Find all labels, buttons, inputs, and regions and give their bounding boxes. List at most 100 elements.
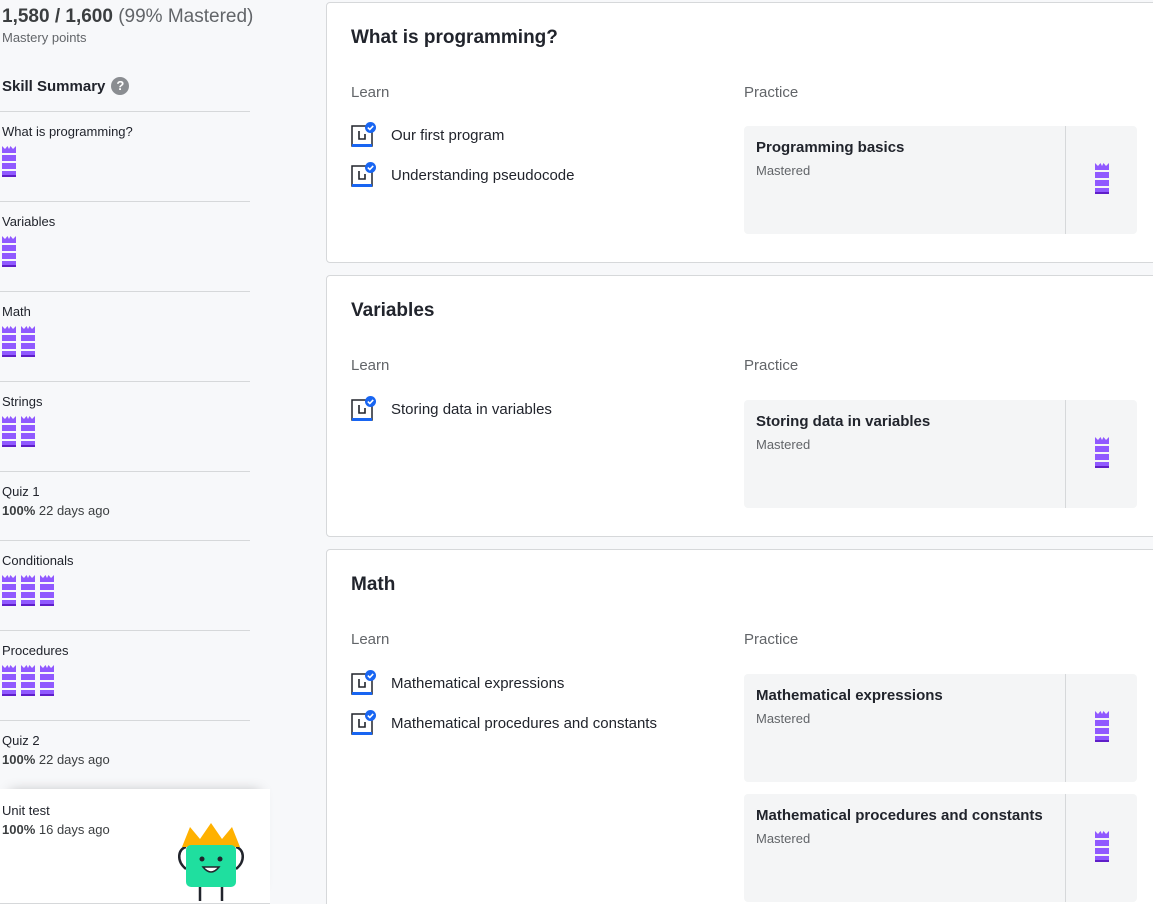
sidebar-item-label: Strings bbox=[2, 394, 43, 409]
quiz-score-percent: 100% bbox=[2, 503, 36, 518]
mastered-tower-icon bbox=[21, 575, 35, 606]
mastered-tower-icon bbox=[2, 236, 16, 267]
learn-item[interactable]: Our first program bbox=[351, 122, 504, 148]
article-icon bbox=[351, 710, 377, 736]
practice-heading: Practice bbox=[744, 631, 799, 648]
sidebar-item-label: Procedures bbox=[2, 643, 69, 658]
mastered-tower-icon bbox=[2, 326, 16, 357]
mastered-tower-icon bbox=[40, 665, 54, 696]
practice-title: Mathematical procedures and constants bbox=[756, 807, 1043, 824]
sidebar-item-unit-test[interactable]: Unit test 100% 16 days ago bbox=[0, 789, 270, 904]
divider bbox=[1065, 400, 1066, 508]
mastery-points-value: 1,580 / 1,600 bbox=[2, 6, 113, 27]
skill-summary-title: Skill Summary bbox=[2, 77, 106, 95]
quiz-score-percent: 100% bbox=[2, 752, 36, 767]
quiz-score: 100% 22 days ago bbox=[2, 752, 248, 767]
article-icon bbox=[351, 670, 377, 696]
learn-item-label: Storing data in variables bbox=[391, 400, 552, 418]
unit-card-what-is-programming: What is programming? Learn Practice Our … bbox=[326, 2, 1153, 263]
mastered-tower-icon bbox=[21, 665, 35, 696]
learn-item[interactable]: Understanding pseudocode bbox=[351, 162, 574, 188]
practice-title: Programming basics bbox=[756, 139, 905, 156]
learn-item-label: Our first program bbox=[391, 126, 505, 144]
sidebar-item-label: Quiz 1 bbox=[2, 484, 40, 499]
practice-exercise[interactable]: Storing data in variables Mastered bbox=[744, 400, 1137, 508]
sidebar-item-what-is-programming[interactable]: What is programming? bbox=[0, 111, 250, 177]
help-circle-icon[interactable]: ? bbox=[111, 77, 130, 95]
mastered-tower-icon bbox=[1095, 437, 1109, 473]
mastery-percent: (99% Mastered) bbox=[118, 6, 254, 27]
sidebar-item-variables[interactable]: Variables bbox=[0, 201, 250, 267]
mastered-tower-icon bbox=[2, 575, 16, 606]
unit-test-score-percent: 100% bbox=[2, 822, 36, 837]
sidebar-item-label: Variables bbox=[2, 214, 56, 229]
divider bbox=[1065, 674, 1066, 782]
practice-exercise[interactable]: Programming basics Mastered bbox=[744, 126, 1137, 234]
practice-heading: Practice bbox=[744, 84, 799, 101]
article-icon bbox=[351, 396, 377, 422]
sidebar-item-procedures[interactable]: Procedures bbox=[0, 630, 250, 696]
learn-item-label: Mathematical expressions bbox=[391, 674, 565, 692]
sidebar-item-label: Math bbox=[2, 304, 31, 319]
practice-status: Mastered bbox=[756, 831, 811, 846]
mastered-tower-icon bbox=[40, 575, 54, 606]
sidebar-item-label: Quiz 2 bbox=[2, 733, 40, 748]
mastered-tower-icon bbox=[1095, 711, 1109, 747]
practice-status: Mastered bbox=[756, 437, 811, 452]
skill-summary-heading: Skill Summary ? bbox=[2, 77, 130, 95]
learn-item[interactable]: Mathematical procedures and constants bbox=[351, 710, 657, 736]
learn-item[interactable]: Storing data in variables bbox=[351, 396, 552, 422]
card-title: What is programming? bbox=[351, 27, 558, 48]
mastered-tower-icon bbox=[21, 416, 35, 447]
sidebar-item-label: Unit test bbox=[2, 803, 50, 818]
sidebar-item-math[interactable]: Math bbox=[0, 291, 250, 357]
mastery-points-label: Mastery points bbox=[2, 30, 87, 45]
mastery-towers bbox=[2, 236, 248, 267]
learn-item-label: Mathematical procedures and constants bbox=[391, 714, 657, 732]
sidebar-item-conditionals[interactable]: Conditionals bbox=[0, 540, 250, 606]
learn-heading: Learn bbox=[351, 84, 390, 101]
sidebar-item-label: What is programming? bbox=[2, 124, 133, 139]
practice-heading: Practice bbox=[744, 357, 799, 374]
practice-status: Mastered bbox=[756, 163, 811, 178]
learn-heading: Learn bbox=[351, 631, 390, 648]
unit-card-variables: Variables Learn Practice Storing data in… bbox=[326, 275, 1153, 537]
mastery-towers bbox=[2, 416, 248, 447]
mastery-towers bbox=[2, 326, 248, 357]
card-title: Variables bbox=[351, 300, 435, 321]
sidebar-item-label: Conditionals bbox=[2, 553, 74, 568]
learn-item-label: Understanding pseudocode bbox=[391, 166, 575, 184]
mastery-towers bbox=[2, 575, 248, 606]
skill-summary-sidebar: 1,580 / 1,600 (99% Mastered) Mastery poi… bbox=[0, 0, 270, 904]
card-title: Math bbox=[351, 574, 396, 595]
quiz-score-date: 22 days ago bbox=[38, 503, 110, 518]
unit-test-score-date: 16 days ago bbox=[38, 822, 110, 837]
learn-heading: Learn bbox=[351, 357, 390, 374]
mastered-tower-icon bbox=[1095, 163, 1109, 199]
practice-title: Mathematical expressions bbox=[756, 687, 943, 704]
practice-title: Storing data in variables bbox=[756, 413, 931, 430]
mastered-tower-icon bbox=[21, 326, 35, 357]
sidebar-item-strings[interactable]: Strings bbox=[0, 381, 250, 447]
quiz-score: 100% 22 days ago bbox=[2, 503, 248, 518]
mastery-points: 1,580 / 1,600 (99% Mastered) bbox=[2, 6, 253, 28]
mastery-towers bbox=[2, 146, 248, 177]
mastered-tower-icon bbox=[1095, 831, 1109, 867]
sidebar-item-quiz-1[interactable]: Quiz 1 100% 22 days ago bbox=[0, 471, 250, 518]
article-icon bbox=[351, 122, 377, 148]
sidebar-item-quiz-2[interactable]: Quiz 2 100% 22 days ago bbox=[0, 720, 250, 767]
learn-item[interactable]: Mathematical expressions bbox=[351, 670, 564, 696]
divider bbox=[1065, 794, 1066, 902]
quiz-score-date: 22 days ago bbox=[38, 752, 110, 767]
practice-status: Mastered bbox=[756, 711, 811, 726]
mastered-tower-icon bbox=[2, 665, 16, 696]
mascot-icon bbox=[174, 821, 248, 904]
article-icon bbox=[351, 162, 377, 188]
unit-card-math: Math Learn Practice Mathematical express… bbox=[326, 549, 1153, 904]
mastered-tower-icon bbox=[2, 146, 16, 177]
practice-exercise[interactable]: Mathematical procedures and constants Ma… bbox=[744, 794, 1137, 902]
mastery-towers bbox=[2, 665, 248, 696]
divider bbox=[1065, 126, 1066, 234]
practice-exercise[interactable]: Mathematical expressions Mastered bbox=[744, 674, 1137, 782]
mastered-tower-icon bbox=[2, 416, 16, 447]
